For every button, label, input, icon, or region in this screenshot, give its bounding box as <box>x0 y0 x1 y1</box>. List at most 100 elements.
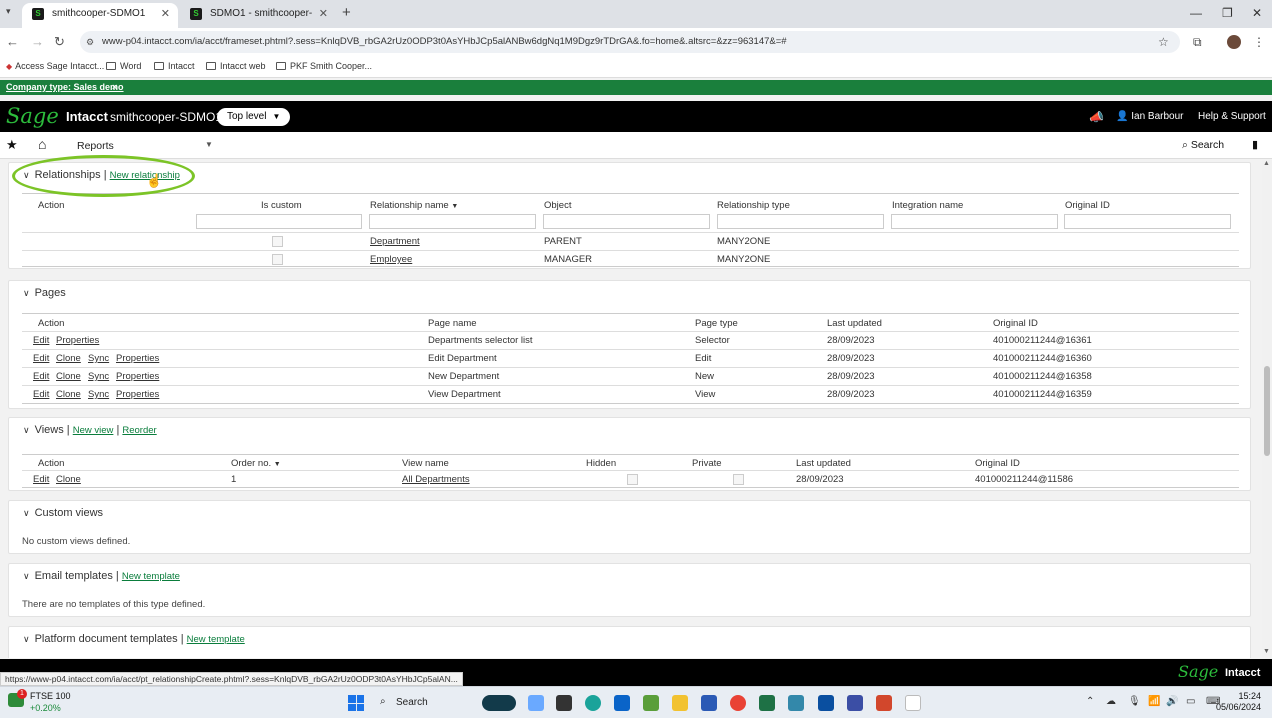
clone-link[interactable]: Clone <box>56 389 81 400</box>
widget-pill[interactable] <box>482 695 516 711</box>
bookmark-word[interactable]: Word <box>106 61 141 71</box>
bookmark-intacct[interactable]: Intacct <box>154 61 195 71</box>
battery-icon[interactable]: ▭ <box>1186 696 1195 707</box>
chevron-down-icon[interactable]: ∨ <box>23 508 30 519</box>
close-icon[interactable]: ✕ <box>319 3 328 25</box>
chevron-down-icon[interactable]: ∨ <box>23 634 30 645</box>
edit-link[interactable]: Edit <box>33 353 49 364</box>
megaphone-icon[interactable]: 📣 <box>1089 110 1104 124</box>
app-icon[interactable] <box>643 695 659 711</box>
sync-link[interactable]: Sync <box>88 371 109 382</box>
col-relationship-name[interactable]: Relationship name ▼ <box>370 200 458 211</box>
filter-original-id[interactable] <box>1064 214 1231 229</box>
chevron-down-icon[interactable]: ∨ <box>23 288 30 299</box>
volume-icon[interactable]: 🔊 <box>1166 696 1178 707</box>
file-explorer-icon[interactable] <box>672 695 688 711</box>
site-info-icon[interactable]: ⚙ <box>86 37 94 48</box>
outlook-icon[interactable] <box>614 695 630 711</box>
system-clock[interactable]: 15:24 05/06/2024 <box>1216 691 1261 713</box>
properties-link[interactable]: Properties <box>116 389 159 400</box>
scroll-thumb[interactable] <box>1264 366 1270 456</box>
back-icon[interactable]: ← <box>6 34 19 49</box>
url-field[interactable]: www-p04.intacct.com/ia/acct/frameset.pht… <box>80 31 1180 53</box>
filter-relationship-type[interactable] <box>717 214 884 229</box>
edit-link[interactable]: Edit <box>33 389 49 400</box>
taskbar-search[interactable]: Search <box>372 693 472 713</box>
forward-icon[interactable]: → <box>31 34 44 49</box>
bookmark-access-sage[interactable]: ◆ Access Sage Intacct... <box>6 61 104 71</box>
filter-relationship-name[interactable] <box>369 214 536 229</box>
google-icon[interactable] <box>905 695 921 711</box>
profile-avatar[interactable] <box>1227 35 1241 49</box>
excel-icon[interactable] <box>759 695 775 711</box>
minimize-icon[interactable]: — <box>1190 6 1202 20</box>
terminal-icon[interactable] <box>556 695 572 711</box>
properties-link[interactable]: Properties <box>116 353 159 364</box>
browser-tab-active[interactable]: S smithcooper-SDMO1 ✕ <box>22 3 178 28</box>
new-template-link[interactable]: New template <box>187 634 245 645</box>
clone-link[interactable]: Clone <box>56 371 81 382</box>
reports-menu[interactable]: Reports <box>77 140 114 152</box>
cloud-icon[interactable]: ☁ <box>1106 696 1116 707</box>
help-support-link[interactable]: Help & Support <box>1198 111 1266 122</box>
microphone-icon[interactable]: 🎙 <box>1128 696 1141 707</box>
extensions-icon[interactable]: ⧉ <box>1193 35 1202 50</box>
clone-link[interactable]: Clone <box>56 353 81 364</box>
teams-icon[interactable] <box>847 695 863 711</box>
chevron-up-icon[interactable]: ⌃ <box>1086 696 1094 707</box>
new-tab-plus-icon[interactable]: + <box>342 4 351 21</box>
reload-icon[interactable]: ↻ <box>54 34 65 50</box>
bookmark-pkf[interactable]: PKF Smith Cooper... <box>276 61 372 71</box>
new-template-link[interactable]: New template <box>122 571 180 582</box>
scroll-up-icon[interactable]: ▲ <box>1263 160 1270 167</box>
edit-link[interactable]: Edit <box>33 474 49 485</box>
new-view-link[interactable]: New view <box>73 425 114 436</box>
col-order-no[interactable]: Order no. ▼ <box>231 458 281 469</box>
chevron-down-icon[interactable]: ∨ <box>23 571 30 582</box>
app-icon[interactable] <box>818 695 834 711</box>
chevron-down-icon[interactable]: ∨ <box>23 425 30 436</box>
edge-icon[interactable] <box>585 695 601 711</box>
close-window-icon[interactable]: ✕ <box>1252 6 1262 20</box>
chevron-down-icon[interactable]: ▼ <box>205 140 213 149</box>
search-button[interactable]: ⌕ Search <box>1182 139 1224 152</box>
view-name-link[interactable]: All Departments <box>402 474 470 485</box>
filter-is-custom[interactable] <box>196 214 362 229</box>
company-type-label[interactable]: Company type: Sales demo <box>6 82 124 92</box>
relationship-name-link[interactable]: Employee <box>370 254 412 265</box>
relationship-name-link[interactable]: Department <box>370 236 420 247</box>
properties-link[interactable]: Properties <box>56 335 99 346</box>
close-icon[interactable]: ✕ <box>161 3 170 25</box>
sync-link[interactable]: Sync <box>88 389 109 400</box>
tab-search-icon[interactable]: ▾ <box>6 6 11 17</box>
restore-icon[interactable]: ❐ <box>1222 6 1233 20</box>
bookmark-intacct-web[interactable]: Intacct web <box>206 61 266 71</box>
bookmark-star-icon[interactable]: ☆ <box>1158 35 1169 49</box>
company-bar-close-icon[interactable]: × <box>112 82 117 92</box>
ticker-name[interactable]: FTSE 100 <box>30 691 71 701</box>
filter-object[interactable] <box>543 214 710 229</box>
sync-link[interactable]: Sync <box>88 353 109 364</box>
bookmark-icon[interactable]: ▮ <box>1252 138 1258 151</box>
windows-start-icon[interactable] <box>348 695 364 711</box>
edit-link[interactable]: Edit <box>33 371 49 382</box>
chrome-icon[interactable] <box>730 695 746 711</box>
word-icon[interactable] <box>701 695 717 711</box>
user-menu[interactable]: 👤 Ian Barbour <box>1116 111 1184 122</box>
clone-link[interactable]: Clone <box>56 474 81 485</box>
browser-menu-icon[interactable]: ⋮ <box>1253 35 1265 49</box>
reorder-link[interactable]: Reorder <box>122 425 156 436</box>
scroll-down-icon[interactable]: ▼ <box>1263 648 1270 655</box>
entity-level-selector[interactable]: Top level ▼ <box>217 108 291 126</box>
browser-tab[interactable]: S SDMO1 - smithcooper-SDMO1 ✕ <box>180 3 336 41</box>
copilot-icon[interactable] <box>528 695 544 711</box>
app-icon[interactable] <box>788 695 804 711</box>
powerpoint-icon[interactable] <box>876 695 892 711</box>
properties-link[interactable]: Properties <box>116 371 159 382</box>
wifi-icon[interactable]: 📶 <box>1148 696 1160 707</box>
favorites-star-icon[interactable]: ★ <box>6 137 18 153</box>
edit-link[interactable]: Edit <box>33 335 49 346</box>
page-scrollbar[interactable]: ▲ ▼ <box>1262 160 1272 658</box>
home-icon[interactable]: ⌂ <box>38 136 46 152</box>
filter-integration-name[interactable] <box>891 214 1058 229</box>
